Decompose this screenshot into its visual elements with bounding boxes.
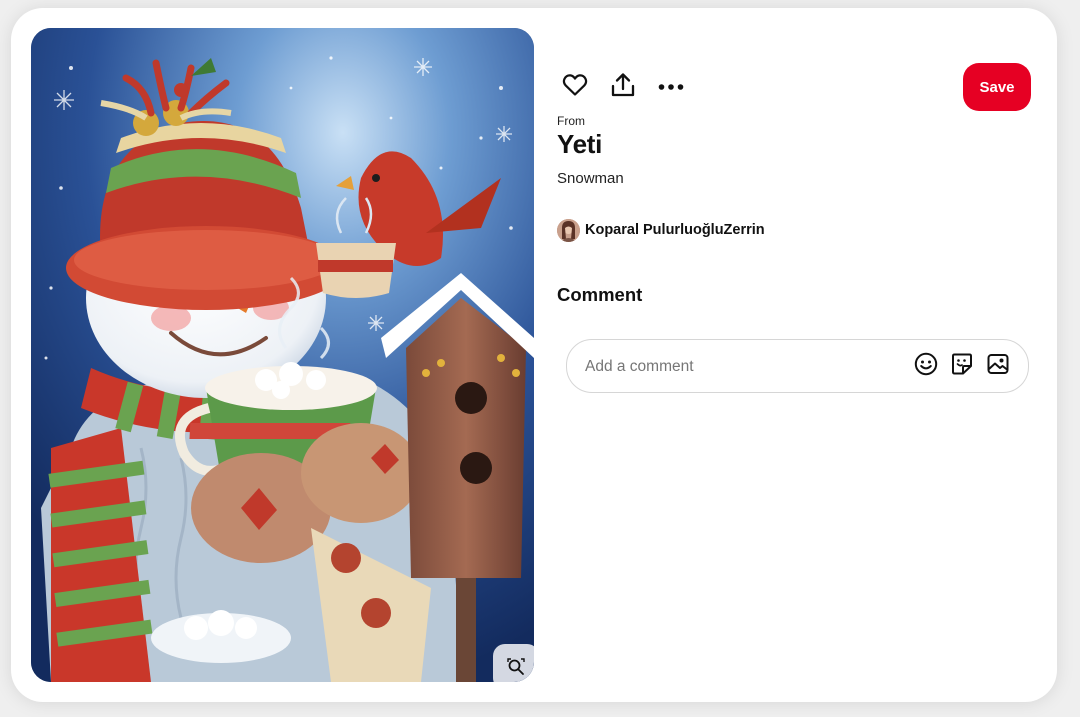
pin-description: Snowman xyxy=(557,170,624,187)
visual-search-icon xyxy=(507,658,525,676)
creator-name[interactable]: Koparal PulurluoğluZerrin xyxy=(585,222,765,238)
creator-profile-link[interactable]: Koparal PulurluoğluZerrin xyxy=(557,217,765,243)
emoji-icon xyxy=(914,352,938,381)
emoji-button[interactable] xyxy=(913,352,939,381)
pin-card: Save From Yeti Snowman Koparal Pulurluoğ… xyxy=(11,8,1057,702)
save-button[interactable]: Save xyxy=(963,63,1031,111)
share-icon xyxy=(610,72,636,103)
photo-icon xyxy=(986,352,1010,381)
more-icon xyxy=(658,78,684,96)
sticker-button[interactable] xyxy=(949,353,975,379)
heart-icon xyxy=(562,73,588,102)
from-label: From xyxy=(557,114,585,128)
like-button[interactable] xyxy=(556,63,594,111)
pin-details: From Yeti Snowman xyxy=(557,114,1027,188)
photo-button[interactable] xyxy=(985,353,1011,379)
sticker-icon xyxy=(950,352,974,381)
comment-composer xyxy=(566,339,1029,393)
share-button[interactable] xyxy=(604,63,642,111)
comment-input[interactable] xyxy=(583,354,887,380)
pin-image[interactable] xyxy=(31,28,534,682)
visual-search-button[interactable] xyxy=(493,644,534,682)
avatar[interactable] xyxy=(557,218,580,242)
pin-action-bar: Save xyxy=(556,63,1031,111)
pin-title[interactable]: Yeti xyxy=(557,128,1027,160)
more-options-button[interactable] xyxy=(652,63,690,111)
comments-heading: Comment xyxy=(557,284,643,305)
